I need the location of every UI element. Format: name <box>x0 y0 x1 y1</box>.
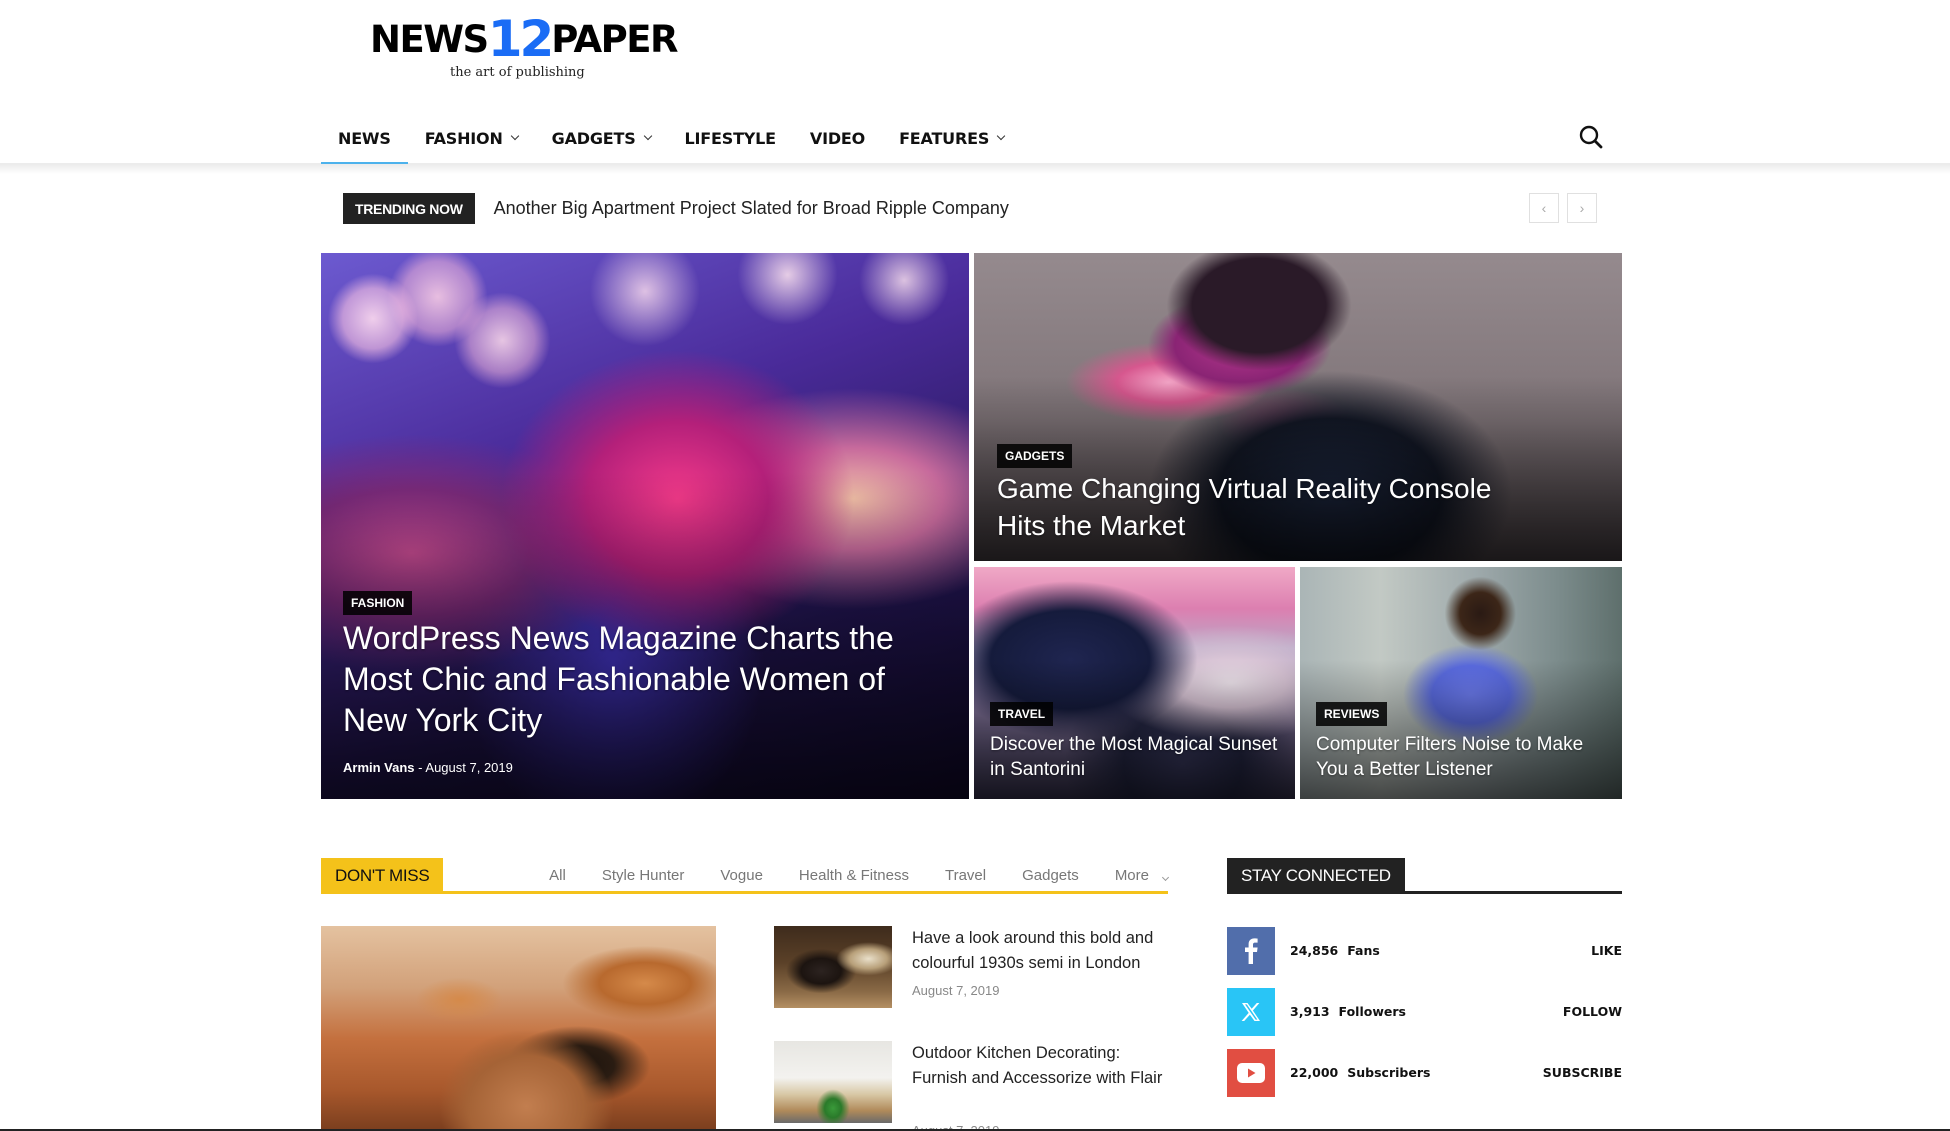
article-thumbnail[interactable] <box>774 926 892 1008</box>
tab-all[interactable]: All <box>549 867 566 884</box>
count-unit: Subscribers <box>1347 1065 1431 1080</box>
count-unit: Followers <box>1338 1004 1406 1019</box>
trending-next-button[interactable]: › <box>1567 193 1597 223</box>
dont-miss-main-image[interactable] <box>321 926 716 1131</box>
dont-miss-header: DON'T MISS All Style Hunter Vogue Health… <box>321 858 1170 894</box>
nav-item-gadgets[interactable]: GADGETS <box>535 112 668 164</box>
trending-prev-button[interactable]: ‹ <box>1529 193 1559 223</box>
nav-item-fashion[interactable]: FASHION <box>408 112 535 164</box>
category-badge[interactable]: FASHION <box>343 591 413 615</box>
x-follow-button[interactable]: FOLLOW <box>1563 1004 1622 1019</box>
chevron-down-icon <box>996 131 1006 141</box>
nav-shadow <box>0 164 1950 174</box>
nav-item-lifestyle[interactable]: LIFESTYLE <box>668 112 793 164</box>
count-unit: Fans <box>1347 943 1380 958</box>
count-value: 3,913 <box>1290 1004 1330 1019</box>
article-title[interactable]: Computer Filters Noise to Make You a Bet… <box>1316 732 1611 782</box>
chevron-down-icon <box>643 131 652 141</box>
trending-label: TRENDING NOW <box>343 193 475 224</box>
site-logo[interactable]: NEWS12PAPER the art of publishing <box>370 10 679 85</box>
social-row-youtube: 22,000 Subscribers SUBSCRIBE <box>1227 1049 1622 1097</box>
nav-label: FEATURES <box>899 128 990 148</box>
dont-miss-article[interactable]: Have a look around this bold and colourf… <box>774 926 1174 1016</box>
tab-vogue[interactable]: Vogue <box>720 867 763 884</box>
youtube-icon <box>1237 1063 1265 1083</box>
chevron-down-icon <box>1161 873 1170 882</box>
category-badge[interactable]: REVIEWS <box>1316 702 1388 726</box>
article-title[interactable]: Game Changing Virtual Reality Console Hi… <box>997 470 1497 544</box>
logo-text-paper: PAPER <box>551 18 678 61</box>
tab-gadgets[interactable]: Gadgets <box>1022 867 1079 884</box>
dont-miss-article[interactable]: Outdoor Kitchen Decorating: Furnish and … <box>774 1041 1174 1131</box>
dont-miss-tabs: All Style Hunter Vogue Health & Fitness … <box>513 867 1170 884</box>
article-date: August 7, 2019 <box>425 760 513 775</box>
stay-connected-header: STAY CONNECTED <box>1227 858 1622 894</box>
social-row-facebook: 24,856 Fans LIKE <box>1227 927 1622 975</box>
dont-miss-label: DON'T MISS <box>321 858 444 892</box>
facebook-button[interactable] <box>1227 927 1275 975</box>
logo-number: 12 <box>487 10 555 68</box>
category-badge[interactable]: GADGETS <box>997 444 1073 468</box>
chevron-right-icon: › <box>1579 200 1585 216</box>
x-twitter-button[interactable] <box>1227 988 1275 1036</box>
nav-item-features[interactable]: FEATURES <box>882 112 1021 164</box>
article-title[interactable]: Have a look around this bold and colourf… <box>912 926 1172 976</box>
tab-travel[interactable]: Travel <box>945 867 986 884</box>
logo-text-news: NEWS <box>370 18 489 61</box>
article-title[interactable]: WordPress News Magazine Charts the Most … <box>343 618 903 741</box>
youtube-subscribe-button[interactable]: SUBSCRIBE <box>1543 1065 1622 1080</box>
logo-wordmark: NEWS12PAPER <box>370 10 679 64</box>
trending-navigation: ‹ › <box>1529 193 1597 223</box>
logo-tagline: the art of publishing <box>450 65 585 80</box>
article-date: August 7, 2019 <box>912 983 1000 998</box>
article-author[interactable]: Armin Vans <box>343 760 415 775</box>
tab-more-dropdown[interactable]: More <box>1114 867 1170 884</box>
article-title[interactable]: Discover the Most Magical Sunset in Sant… <box>990 732 1280 782</box>
nav-label: NEWS <box>338 128 391 148</box>
trending-bar: TRENDING NOW Another Big Apartment Proje… <box>343 193 1009 224</box>
tab-health-fitness[interactable]: Health & Fitness <box>799 867 909 884</box>
youtube-button[interactable] <box>1227 1049 1275 1097</box>
meta-separator: - <box>418 760 423 775</box>
category-badge[interactable]: TRAVEL <box>990 702 1054 726</box>
x-twitter-icon <box>1241 1003 1260 1021</box>
article-title[interactable]: Outdoor Kitchen Decorating: Furnish and … <box>912 1041 1172 1091</box>
tab-more-label: More <box>1114 867 1149 884</box>
featured-article-reviews[interactable]: REVIEWS Computer Filters Noise to Make Y… <box>1300 567 1622 799</box>
chevron-down-icon <box>510 131 519 141</box>
featured-article-main[interactable]: FASHION WordPress News Magazine Charts t… <box>321 253 969 799</box>
nav-item-news[interactable]: NEWS <box>321 112 408 165</box>
article-thumbnail[interactable] <box>774 1041 892 1123</box>
social-row-x: 3,913 Followers FOLLOW <box>1227 988 1622 1036</box>
nav-label: VIDEO <box>809 128 866 148</box>
nav-item-video[interactable]: VIDEO <box>793 112 882 164</box>
count-value: 22,000 <box>1290 1065 1339 1080</box>
chevron-left-icon: ‹ <box>1541 200 1547 216</box>
stay-connected-label: STAY CONNECTED <box>1227 858 1405 892</box>
youtube-count: 22,000 Subscribers <box>1290 1065 1430 1080</box>
main-navigation: NEWS FASHION GADGETS LIFESTYLE VIDEO FEA… <box>0 112 1950 165</box>
search-button[interactable] <box>1578 124 1604 150</box>
tab-style-hunter[interactable]: Style Hunter <box>602 867 685 884</box>
x-count: 3,913 Followers <box>1290 1004 1406 1019</box>
facebook-like-button[interactable]: LIKE <box>1591 943 1622 958</box>
facebook-icon <box>1245 938 1258 964</box>
search-icon <box>1579 125 1603 149</box>
featured-article-santorini[interactable]: TRAVEL Discover the Most Magical Sunset … <box>974 567 1295 799</box>
count-value: 24,856 <box>1290 943 1339 958</box>
nav-label: FASHION <box>424 128 503 148</box>
featured-article-vr[interactable]: GADGETS Game Changing Virtual Reality Co… <box>974 253 1622 561</box>
trending-headline[interactable]: Another Big Apartment Project Slated for… <box>494 198 1009 219</box>
nav-label: GADGETS <box>551 128 636 148</box>
facebook-count: 24,856 Fans <box>1290 943 1380 958</box>
article-meta: Armin Vans - August 7, 2019 <box>343 760 513 775</box>
nav-label: LIFESTYLE <box>684 128 777 148</box>
